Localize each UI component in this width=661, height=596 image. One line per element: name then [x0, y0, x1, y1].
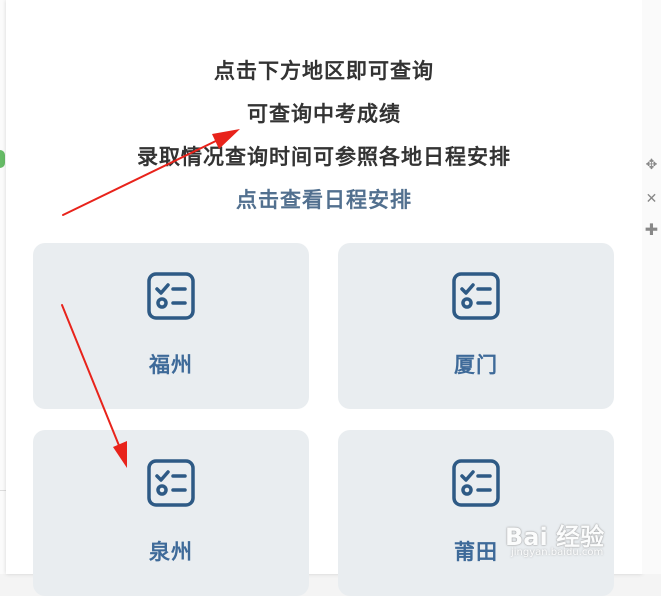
- header-line-3: 录取情况查询时间可参照各地日程安排: [137, 145, 511, 169]
- close-icon[interactable]: ✕: [642, 192, 661, 206]
- plus-icon[interactable]: ✚: [642, 222, 661, 238]
- watermark-subtext: jingyan.baidu.com: [511, 547, 604, 558]
- checklist-icon: [147, 459, 195, 507]
- region-label: 福州: [149, 353, 193, 377]
- region-label: 泉州: [149, 540, 193, 564]
- checklist-icon: [147, 272, 195, 320]
- move-icon[interactable]: ✥: [642, 158, 661, 172]
- right-toolbar: [642, 0, 661, 574]
- baidu-jingyan-watermark: Bai 经验 jingyan.baidu.com: [505, 515, 655, 570]
- region-card-xiamen[interactable]: 厦门: [338, 243, 614, 409]
- region-card-fuzhou[interactable]: 福州: [33, 243, 309, 409]
- region-card-putian[interactable]: 莆田: [338, 430, 614, 596]
- checklist-icon: [452, 272, 500, 320]
- checklist-icon: [452, 459, 500, 507]
- header-line-2: 可查询中考成绩: [247, 102, 401, 126]
- region-label: 厦门: [454, 353, 498, 377]
- header-line-1: 点击下方地区即可查询: [214, 59, 434, 83]
- schedule-link[interactable]: 点击查看日程安排: [6, 184, 642, 214]
- region-card-quanzhou[interactable]: 泉州: [33, 430, 309, 596]
- left-edge-indicator: [0, 150, 5, 168]
